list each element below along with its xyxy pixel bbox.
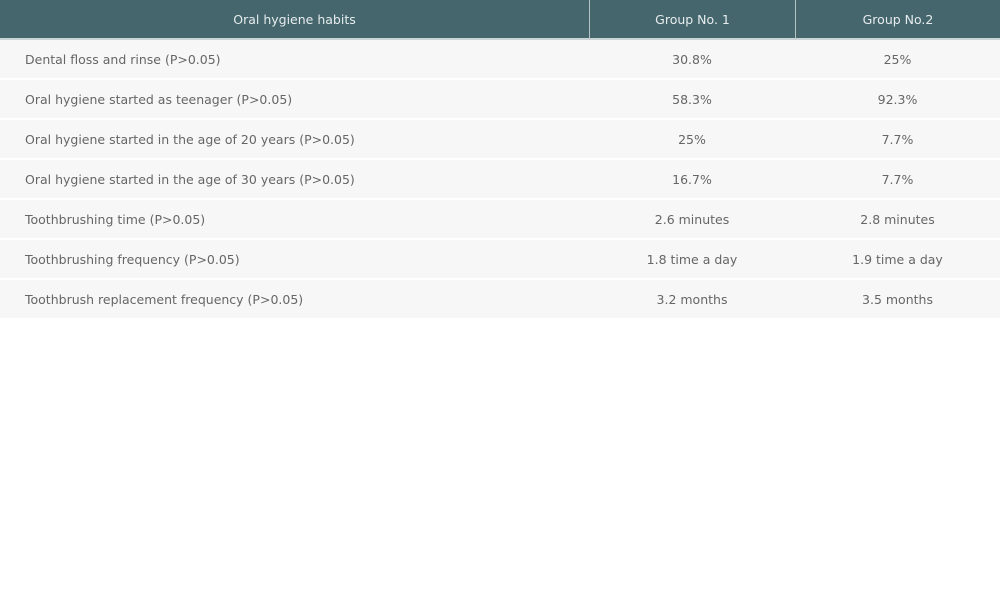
table-row: Toothbrush replacement frequency (P>0.05… — [0, 280, 1000, 320]
habit-cell: Oral hygiene started as teenager (P>0.05… — [0, 80, 589, 120]
group2-cell: 7.7% — [795, 120, 1000, 160]
habit-cell: Toothbrushing time (P>0.05) — [0, 200, 589, 240]
group2-cell: 25% — [795, 40, 1000, 80]
header-group-1: Group No. 1 — [589, 0, 795, 40]
group1-cell: 3.2 months — [589, 280, 795, 320]
table-row: Dental floss and rinse (P>0.05) 30.8% 25… — [0, 40, 1000, 80]
group2-cell: 1.9 time a day — [795, 240, 1000, 280]
table-row: Toothbrushing time (P>0.05) 2.6 minutes … — [0, 200, 1000, 240]
header-group-2: Group No.2 — [795, 0, 1000, 40]
group1-cell: 30.8% — [589, 40, 795, 80]
table-row: Toothbrushing frequency (P>0.05) 1.8 tim… — [0, 240, 1000, 280]
group1-cell: 25% — [589, 120, 795, 160]
group1-cell: 1.8 time a day — [589, 240, 795, 280]
group1-cell: 2.6 minutes — [589, 200, 795, 240]
group2-cell: 7.7% — [795, 160, 1000, 200]
habit-cell: Dental floss and rinse (P>0.05) — [0, 40, 589, 80]
header-row: Oral hygiene habits Group No. 1 Group No… — [0, 0, 1000, 40]
habit-cell: Oral hygiene started in the age of 30 ye… — [0, 160, 589, 200]
table-row: Oral hygiene started as teenager (P>0.05… — [0, 80, 1000, 120]
habit-cell: Oral hygiene started in the age of 20 ye… — [0, 120, 589, 160]
group1-cell: 58.3% — [589, 80, 795, 120]
group2-cell: 3.5 months — [795, 280, 1000, 320]
header-habits: Oral hygiene habits — [0, 0, 589, 40]
group1-cell: 16.7% — [589, 160, 795, 200]
oral-hygiene-table: Oral hygiene habits Group No. 1 Group No… — [0, 0, 1000, 320]
table-row: Oral hygiene started in the age of 20 ye… — [0, 120, 1000, 160]
habit-cell: Toothbrush replacement frequency (P>0.05… — [0, 280, 589, 320]
table-row: Oral hygiene started in the age of 30 ye… — [0, 160, 1000, 200]
group2-cell: 2.8 minutes — [795, 200, 1000, 240]
habit-cell: Toothbrushing frequency (P>0.05) — [0, 240, 589, 280]
group2-cell: 92.3% — [795, 80, 1000, 120]
